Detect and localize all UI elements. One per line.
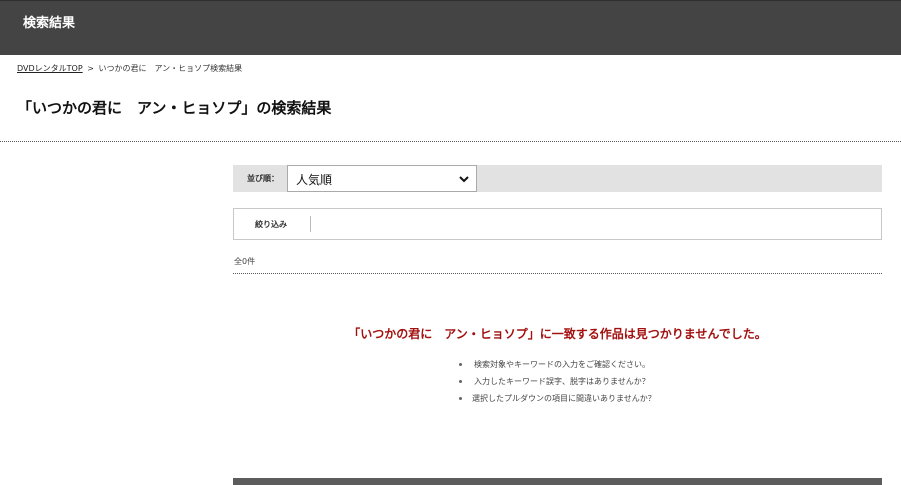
- sort-bar: 並び順： 人気順: [233, 165, 882, 192]
- header-title: 検索結果: [23, 16, 76, 31]
- hint-item: 入力したキーワード誤字、脱字はありませんか？: [459, 376, 656, 393]
- sort-select[interactable]: 人気順: [287, 165, 477, 192]
- bottom-bar: [233, 478, 882, 485]
- no-result-message: 「いつかの君に アン・ヒョソプ」に一致する作品は見つかりませんでした。: [348, 327, 767, 341]
- filter-button[interactable]: 絞り込み: [255, 219, 287, 230]
- filter-box: 絞り込み: [233, 208, 882, 240]
- site-header: 検索結果: [0, 0, 901, 55]
- sort-label: 並び順：: [247, 174, 279, 183]
- result-count: 全0件: [234, 257, 256, 266]
- breadcrumb-current: いつかの君に アン・ヒョソプ検索結果: [98, 64, 243, 73]
- breadcrumb-separator: >: [87, 64, 94, 73]
- hint-list: 検索対象やキーワードの入力をご確認ください。 入力したキーワード誤字、脱字はあり…: [459, 359, 656, 410]
- breadcrumb-home-link[interactable]: DVDレンタルTOP: [17, 64, 83, 73]
- hint-item: 選択したプルダウンの項目に間違いありませんか？: [459, 393, 656, 410]
- count-divider: [233, 273, 882, 274]
- breadcrumb: DVDレンタルTOP > いつかの君に アン・ヒョソプ検索結果: [17, 63, 242, 74]
- filter-divider: [310, 216, 311, 232]
- chevron-down-icon: [459, 176, 469, 183]
- title-divider: [0, 141, 901, 142]
- sort-selected-value: 人気順: [296, 173, 333, 187]
- page-title: 「いつかの君に アン・ヒョソプ」の検索結果: [17, 99, 332, 117]
- hint-item: 検索対象やキーワードの入力をご確認ください。: [459, 359, 656, 376]
